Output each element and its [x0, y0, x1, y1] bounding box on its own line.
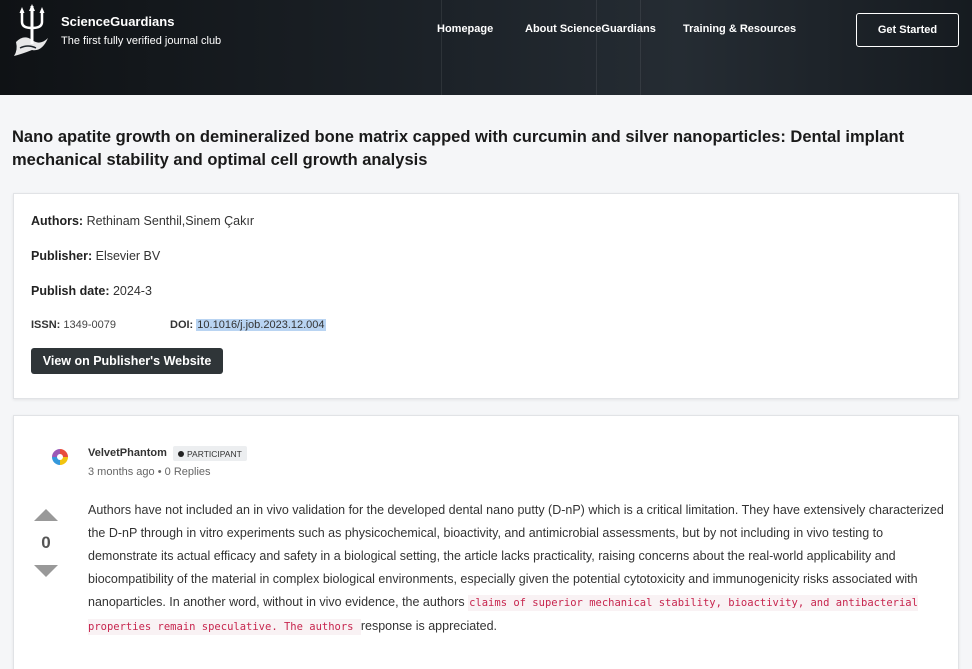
comment-time: 3 months ago: [88, 466, 155, 478]
comment-card: VelvetPhantom PARTICIPANT 3 months ago •…: [13, 415, 959, 669]
comment-text: Authors have not included an in vivo val…: [88, 503, 944, 609]
comment-meta: 3 months ago • 0 Replies: [88, 466, 211, 478]
issn-row: ISSN: 1349-0079: [31, 319, 116, 331]
brand-name[interactable]: ScienceGuardians: [61, 14, 174, 29]
comment-body: Authors have not included an in vivo val…: [88, 499, 948, 639]
brand-tagline: The first fully verified journal club: [61, 35, 222, 47]
doi-label: DOI:: [170, 319, 194, 331]
doi-row: DOI: 10.1016/j.job.2023.12.004: [170, 319, 326, 331]
trident-logo-icon[interactable]: [12, 4, 52, 60]
comment-text-tail: response is appreciated.: [360, 619, 498, 633]
authors-value: Rethinam Senthil,Sinem Çakır: [86, 214, 254, 228]
comment-username[interactable]: VelvetPhantom: [88, 447, 167, 459]
publish-date-value: 2024-3: [112, 284, 152, 298]
badge-icon: [178, 450, 184, 457]
header-decor: [640, 0, 641, 95]
header-decor: [596, 0, 597, 95]
issn-value: 1349-0079: [63, 319, 117, 331]
vote-count: 0: [41, 533, 51, 552]
comment-replies[interactable]: 0 Replies: [165, 466, 211, 478]
nav-about[interactable]: About ScienceGuardians: [525, 23, 656, 35]
site-header: ScienceGuardians The first fully verifie…: [0, 0, 972, 95]
badge-label: PARTICIPANT: [187, 448, 242, 459]
authors-row: Authors: Rethinam Senthil,Sinem Çakır: [31, 214, 254, 228]
article-info-card: Authors: Rethinam Senthil,Sinem Çakır Pu…: [13, 193, 959, 399]
article-title: Nano apatite growth on demineralized bon…: [12, 128, 905, 169]
publish-date-row: Publish date: 2024-3: [31, 284, 152, 298]
header-decor: [441, 0, 442, 95]
issn-label: ISSN:: [31, 319, 61, 331]
upvote-arrow-icon[interactable]: [34, 509, 58, 521]
participant-badge: PARTICIPANT: [173, 446, 247, 461]
meta-separator: •: [157, 466, 162, 478]
doi-value[interactable]: 10.1016/j.job.2023.12.004: [196, 319, 326, 331]
authors-label: Authors:: [31, 214, 84, 228]
downvote-arrow-icon[interactable]: [34, 565, 58, 577]
publisher-value: Elsevier BV: [95, 249, 161, 263]
publish-date-label: Publish date:: [31, 284, 110, 298]
view-publisher-website-button[interactable]: View on Publisher's Website: [31, 348, 223, 374]
nav-homepage[interactable]: Homepage: [437, 23, 493, 35]
avatar[interactable]: [52, 449, 68, 465]
nav-training-resources[interactable]: Training & Resources: [683, 23, 796, 35]
publisher-label: Publisher:: [31, 249, 93, 263]
publisher-row: Publisher: Elsevier BV: [31, 249, 160, 263]
get-started-button[interactable]: Get Started: [856, 13, 959, 47]
